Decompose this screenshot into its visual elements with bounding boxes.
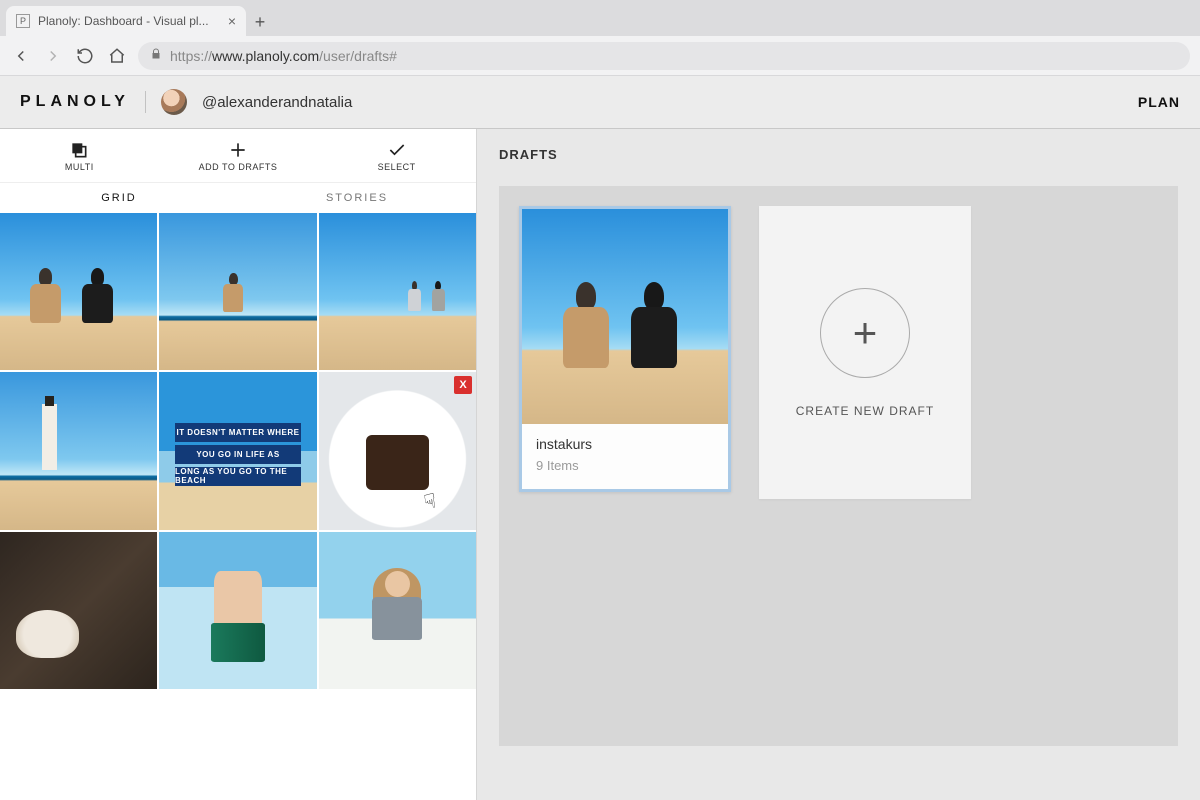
action-row: MULTI ADD TO DRAFTS SELECT: [0, 129, 476, 183]
photo-grid: IT DOESN'T MATTER WHERE YOU GO IN LIFE A…: [0, 213, 476, 689]
avatar[interactable]: [161, 89, 187, 115]
divider: [145, 91, 146, 113]
grid-photo[interactable]: IT DOESN'T MATTER WHERE YOU GO IN LIFE A…: [159, 372, 316, 529]
grid-photo[interactable]: [0, 532, 157, 689]
grid-photo[interactable]: X ☟: [319, 372, 476, 529]
plus-icon: [228, 140, 248, 160]
drafts-title: DRAFTS: [499, 147, 1178, 162]
check-icon: [387, 140, 407, 160]
draft-card[interactable]: instakurs 9 Items: [519, 206, 731, 492]
new-tab-button[interactable]: +: [246, 8, 274, 36]
draft-name: instakurs: [536, 436, 714, 452]
browser-tab[interactable]: P Planoly: Dashboard - Visual pl... ×: [6, 6, 246, 36]
multi-label: MULTI: [65, 162, 94, 172]
app-header: PLANOLY @alexanderandnatalia PLAN: [0, 76, 1200, 129]
forward-button[interactable]: [42, 45, 64, 67]
draft-count: 9 Items: [536, 458, 714, 473]
plus-circle-icon: +: [820, 288, 910, 378]
grid-photo[interactable]: [0, 372, 157, 529]
address-bar[interactable]: https://www.planoly.com/user/drafts#: [138, 42, 1190, 70]
grid-photo[interactable]: [319, 213, 476, 370]
view-tabs: GRID STORIES: [0, 183, 476, 213]
grid-photo[interactable]: [159, 532, 316, 689]
grid-photo[interactable]: [0, 213, 157, 370]
url-prefix: https://: [170, 48, 212, 64]
select-label: SELECT: [378, 162, 416, 172]
tab-title: Planoly: Dashboard - Visual pl...: [38, 14, 220, 28]
photo-grid-wrap: IT DOESN'T MATTER WHERE YOU GO IN LIFE A…: [0, 213, 476, 800]
draft-meta: instakurs 9 Items: [522, 424, 728, 489]
home-button[interactable]: [106, 45, 128, 67]
browser-toolbar: https://www.planoly.com/user/drafts#: [0, 36, 1200, 76]
create-new-draft-label: CREATE NEW DRAFT: [796, 404, 934, 418]
tab-grid[interactable]: GRID: [0, 183, 238, 213]
url-path: /user/drafts#: [319, 48, 397, 64]
tab-stories[interactable]: STORIES: [238, 183, 476, 213]
close-icon[interactable]: ×: [228, 13, 236, 29]
grid-photo[interactable]: [159, 213, 316, 370]
logo[interactable]: PLANOLY: [20, 93, 130, 111]
browser-tab-strip: P Planoly: Dashboard - Visual pl... × +: [0, 0, 1200, 36]
quote-line: LONG AS YOU GO TO THE BEACH: [175, 467, 301, 486]
drafts-area: instakurs 9 Items + CREATE NEW DRAFT: [499, 186, 1178, 746]
multi-button[interactable]: MULTI: [0, 129, 159, 182]
left-panel: MULTI ADD TO DRAFTS SELECT GRID STORIES: [0, 129, 477, 800]
url-host: www.planoly.com: [212, 48, 319, 64]
delete-badge[interactable]: X: [454, 376, 472, 394]
quote-line: YOU GO IN LIFE AS: [175, 445, 301, 464]
multi-icon: [69, 140, 89, 160]
back-button[interactable]: [10, 45, 32, 67]
reload-button[interactable]: [74, 45, 96, 67]
draft-thumbnail: [522, 209, 728, 424]
add-to-drafts-button[interactable]: ADD TO DRAFTS: [159, 129, 318, 182]
main-layout: MULTI ADD TO DRAFTS SELECT GRID STORIES: [0, 129, 1200, 800]
right-panel: DRAFTS instakurs 9 Items + CREATE NEW DR…: [477, 129, 1200, 800]
add-label: ADD TO DRAFTS: [199, 162, 278, 172]
create-new-draft-button[interactable]: + CREATE NEW DRAFT: [759, 206, 971, 499]
select-button[interactable]: SELECT: [317, 129, 476, 182]
nav-plan[interactable]: PLAN: [1138, 94, 1180, 110]
grid-photo[interactable]: [319, 532, 476, 689]
lock-icon: [150, 48, 162, 63]
tab-favicon: P: [16, 14, 30, 28]
quote-line: IT DOESN'T MATTER WHERE: [175, 423, 301, 442]
username[interactable]: @alexanderandnatalia: [202, 94, 352, 111]
